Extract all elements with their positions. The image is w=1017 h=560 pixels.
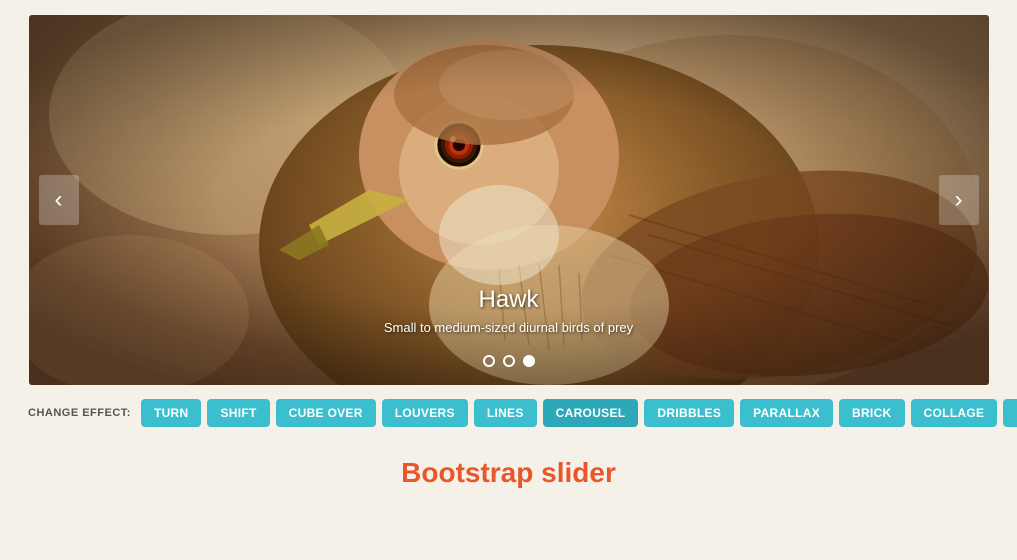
- carousel-caption: Hawk Small to medium-sized diurnal birds…: [309, 286, 709, 335]
- effect-turn-button[interactable]: TURN: [141, 399, 202, 427]
- effects-label: CHANGE EFFECT:: [28, 407, 131, 419]
- carousel-prev-button[interactable]: ‹: [39, 175, 79, 225]
- effect-cube-over-button[interactable]: CUBE OVER: [276, 399, 376, 427]
- page-title: Bootstrap slider: [0, 441, 1017, 499]
- effect-collage-button[interactable]: COLLAGE: [911, 399, 998, 427]
- effects-row: CHANGE EFFECT: TURN SHIFT CUBE OVER LOUV…: [0, 385, 1017, 441]
- dot-2[interactable]: [503, 355, 515, 367]
- dot-1[interactable]: [483, 355, 495, 367]
- dot-3[interactable]: [523, 355, 535, 367]
- effect-more-button[interactable]: MORE ▲: [1003, 399, 1017, 427]
- effect-parallax-button[interactable]: PARALLAX: [740, 399, 833, 427]
- effect-lines-button[interactable]: LINES: [474, 399, 537, 427]
- effect-dribbles-button[interactable]: DRIBBLES: [644, 399, 734, 427]
- slide-title: Hawk: [309, 286, 709, 314]
- effect-shift-button[interactable]: SHIFT: [207, 399, 269, 427]
- effect-carousel-button[interactable]: CAROUSEL: [543, 399, 639, 427]
- carousel-dots: [483, 355, 535, 367]
- effect-louvers-button[interactable]: LOUVERS: [382, 399, 468, 427]
- effect-brick-button[interactable]: BRICK: [839, 399, 905, 427]
- carousel-next-button[interactable]: ›: [939, 175, 979, 225]
- carousel: Hawk Small to medium-sized diurnal birds…: [29, 15, 989, 385]
- slide-description: Small to medium-sized diurnal birds of p…: [309, 320, 709, 335]
